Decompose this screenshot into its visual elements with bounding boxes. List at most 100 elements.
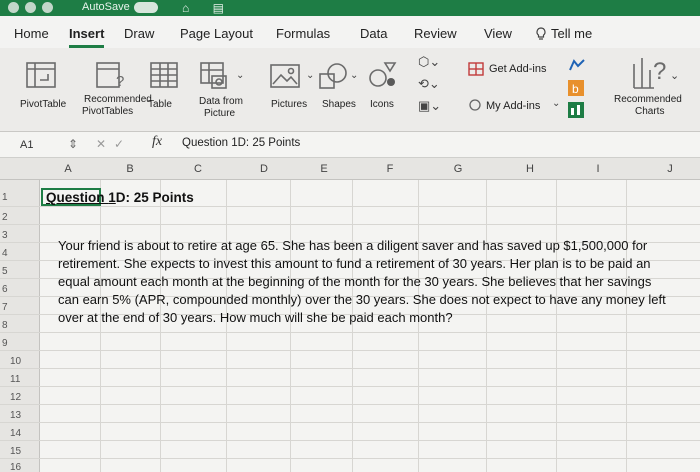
row-header[interactable]: 3 [0, 230, 44, 241]
recommended-pivottables-line2: PivotTables [82, 106, 134, 117]
chevron-down-icon[interactable]: ⌄ [306, 70, 314, 81]
column-header[interactable]: H [520, 163, 540, 175]
tab-data[interactable]: Data [360, 26, 387, 41]
3d-models-icon[interactable]: ⬡⌄ [418, 54, 440, 70]
column-header[interactable]: I [588, 163, 608, 175]
smartart-icon[interactable]: ⟲⌄ [418, 76, 440, 92]
window-controls[interactable] [8, 2, 53, 13]
column-header[interactable]: E [314, 163, 334, 175]
question-title-cell[interactable]: Question 1D: 25 Points [46, 190, 194, 205]
bing-maps-icon[interactable]: b [568, 80, 584, 96]
chevron-down-icon[interactable]: ⌄ [350, 70, 358, 81]
pictures-icon[interactable] [270, 64, 304, 88]
gridline [0, 404, 700, 405]
cancel-icon[interactable]: ✕ [96, 137, 106, 151]
row-header[interactable]: 13 [8, 410, 52, 421]
gridline [0, 206, 700, 207]
gridline [0, 368, 700, 369]
column-headers: A B C D E F G H I J [0, 158, 700, 180]
ribbon-insert: PivotTable ? Recommended PivotTables Tab… [0, 48, 700, 132]
row-header[interactable]: 12 [8, 392, 52, 403]
chevron-down-icon[interactable]: ⌄ [552, 98, 560, 109]
gridline [0, 332, 700, 333]
question-text-line[interactable]: over at the end of 30 years. How much wi… [58, 310, 453, 325]
recommended-pivottables-icon[interactable]: ? [96, 62, 126, 88]
tab-view[interactable]: View [484, 26, 512, 41]
name-box[interactable]: A1 [6, 136, 62, 154]
autosave-label: AutoSave [82, 1, 130, 13]
people-graph-icon[interactable] [568, 102, 584, 118]
row-header[interactable]: 7 [0, 302, 44, 313]
zoom-window-button[interactable] [42, 2, 53, 13]
pivottable-label: PivotTable [20, 99, 67, 110]
column-header[interactable]: G [448, 163, 468, 175]
my-addins-button[interactable]: My Add-ins [486, 100, 540, 112]
row-header[interactable]: 10 [8, 356, 52, 367]
shapes-label: Shapes [322, 99, 356, 110]
column-header[interactable]: C [188, 163, 208, 175]
quick-access-toolbar[interactable]: ⌂ ▤ [182, 1, 234, 15]
row-header[interactable]: 16 [8, 462, 52, 472]
tab-home[interactable]: Home [14, 26, 49, 41]
worksheet-grid[interactable]: A B C D E F G H I J 1 2 3 4 5 6 7 8 9 10… [0, 158, 700, 472]
tab-draw[interactable]: Draw [124, 26, 154, 41]
svg-text:?: ? [653, 58, 666, 85]
table-label: Table [148, 99, 172, 110]
icons-label: Icons [370, 99, 394, 110]
question-text-line[interactable]: equal amount each month at the beginning… [58, 274, 651, 289]
title-prefix: Question [46, 190, 109, 205]
gridline [0, 386, 700, 387]
pictures-label: Pictures [271, 99, 308, 110]
tab-formulas[interactable]: Formulas [276, 26, 330, 41]
column-header[interactable]: D [254, 163, 274, 175]
tell-me-label: Tell me [551, 26, 593, 41]
tab-insert[interactable]: Insert [69, 26, 105, 48]
column-header[interactable]: F [380, 163, 400, 175]
title-bar: AutoSave ⌂ ▤ [0, 0, 700, 16]
gridline [0, 224, 700, 225]
row-header[interactable]: 4 [0, 248, 44, 259]
pivottable-icon[interactable] [26, 62, 56, 88]
people-icon[interactable] [568, 58, 586, 72]
shapes-icon[interactable] [318, 62, 348, 90]
column-header[interactable]: J [660, 163, 680, 175]
chevron-down-icon[interactable]: ⌄ [236, 70, 244, 81]
fx-icon[interactable]: fx [152, 134, 162, 150]
row-header[interactable]: 6 [0, 284, 44, 295]
row-header[interactable]: 14 [8, 428, 52, 439]
row-header[interactable]: 2 [0, 212, 44, 223]
autosave-toggle[interactable] [134, 2, 158, 13]
data-from-picture-icon[interactable] [200, 62, 234, 90]
recommended-charts-icon[interactable]: ? ⌄ [628, 54, 684, 90]
row-header[interactable]: 5 [0, 266, 44, 277]
question-text-line[interactable]: Your friend is about to retire at age 65… [58, 238, 647, 253]
tab-review[interactable]: Review [414, 26, 457, 41]
column-header[interactable]: A [58, 163, 78, 175]
row-header[interactable]: 9 [0, 338, 44, 349]
formula-content[interactable]: Question 1D: 25 Points [182, 137, 300, 149]
get-addins-button[interactable]: Get Add-ins [489, 63, 546, 75]
svg-text:b: b [572, 82, 579, 96]
row-header[interactable]: 11 [8, 374, 52, 385]
question-text-line[interactable]: can earn 5% (APR, compounded monthly) ov… [58, 292, 666, 307]
title-rest: D: 25 Points [115, 190, 194, 205]
gridline [0, 458, 700, 459]
column-header[interactable]: B [120, 163, 140, 175]
minimize-window-button[interactable] [25, 2, 36, 13]
gridline [0, 422, 700, 423]
close-window-button[interactable] [8, 2, 19, 13]
title-cell-part: 1 [108, 190, 116, 205]
icons-icon[interactable] [368, 60, 398, 90]
table-icon[interactable] [150, 62, 178, 88]
row-header[interactable]: 15 [8, 446, 52, 457]
row-header[interactable]: 1 [0, 192, 44, 203]
enter-icon[interactable]: ✓ [114, 137, 124, 151]
row-header[interactable]: 8 [0, 320, 44, 331]
screenshot-icon[interactable]: ▣⌄ [418, 98, 441, 114]
tab-page-layout[interactable]: Page Layout [180, 26, 253, 41]
addins-icon [469, 99, 481, 111]
question-text-line[interactable]: retirement. She expects to invest this a… [58, 256, 651, 271]
recommended-pivottables-line1: Recommended [84, 94, 152, 105]
tell-me-box[interactable]: Tell me [535, 26, 592, 41]
name-box-stepper[interactable]: ⇕ [68, 137, 78, 151]
